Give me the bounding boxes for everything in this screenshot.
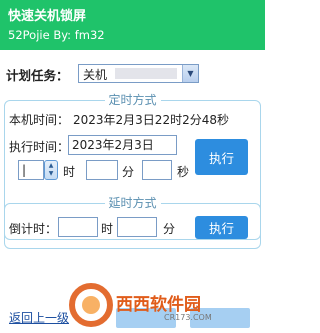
task-row: 计划任务： 关机 ▼ [6, 62, 261, 84]
delay-group-legend: 延时方式 [104, 195, 161, 211]
chevron-down-icon[interactable]: ▼ [182, 65, 198, 82]
hour-input[interactable]: | [18, 160, 44, 180]
exec-date-input[interactable]: 2023年2月3日 [68, 135, 177, 155]
second-input[interactable] [142, 160, 172, 180]
task-label: 计划任务： [6, 68, 69, 83]
task-select-value: 关机 [83, 68, 108, 82]
hour-unit: 时 [63, 165, 76, 179]
delay-group: 延时方式 倒计时： 时 分 执行 [4, 195, 261, 249]
countdown-hour-unit: 时 [101, 222, 114, 236]
timer-group-legend: 定时方式 [104, 92, 161, 108]
back-link[interactable]: 返回上一级 [9, 309, 69, 326]
countdown-label: 倒计时： [9, 222, 58, 236]
exec-time-label: 执行时间： [9, 140, 70, 154]
app-header: 快速关机锁屏 52Pojie By: fm32 [0, 0, 265, 50]
spin-up-icon[interactable]: ▲ [49, 162, 54, 170]
local-time-label: 本机时间： [9, 113, 70, 127]
minute-unit: 分 [122, 165, 135, 179]
redacted-area [115, 68, 177, 79]
watermark: 西西软件园 CR173.COM [68, 282, 258, 330]
countdown-minute-unit: 分 [163, 222, 176, 236]
delay-execute-button[interactable]: 执行 [195, 216, 248, 239]
countdown-hour-input[interactable] [58, 217, 98, 237]
watermark-text: 西西软件园 [116, 295, 201, 315]
spin-down-icon[interactable]: ▼ [49, 170, 54, 178]
app-title: 快速关机锁屏 [8, 9, 87, 24]
local-time-value: 2023年2月3日22时2分48秒 [73, 113, 229, 127]
hour-spinner[interactable]: ▲ ▼ [44, 160, 58, 180]
timer-execute-button[interactable]: 执行 [195, 139, 248, 175]
app-subtitle: 52Pojie By: fm32 [8, 28, 105, 42]
watermark-sub: CR173.COM [164, 313, 212, 322]
minute-input[interactable] [86, 160, 118, 180]
watermark-logo-icon [69, 283, 113, 327]
task-select[interactable]: 关机 ▼ [78, 64, 199, 83]
countdown-minute-input[interactable] [117, 217, 157, 237]
second-unit: 秒 [177, 165, 190, 179]
